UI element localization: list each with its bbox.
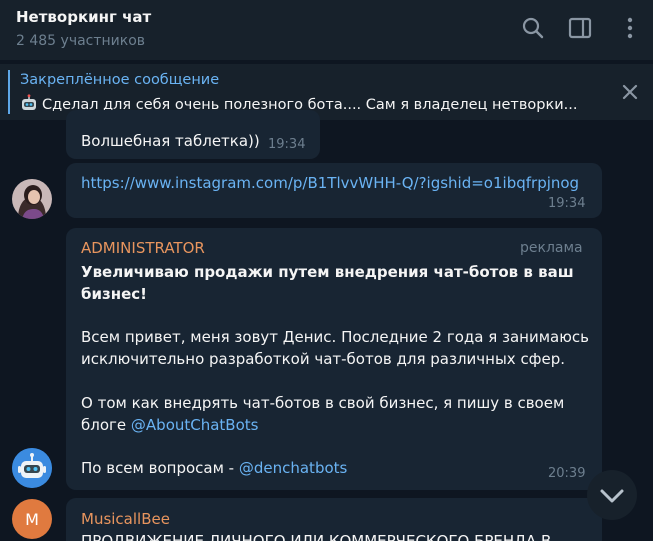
ad-paragraph-line: исключительно разработкой чат-ботов для … — [81, 350, 566, 368]
blog-link[interactable]: @AboutChatBots — [131, 416, 259, 434]
chevron-down-icon — [600, 489, 624, 503]
message-time: 19:34 — [548, 196, 586, 211]
avatar[interactable] — [12, 448, 52, 488]
message-text: ПРОДВИЖЕНИЕ ЛИЧНОГО ИЛИ КОММЕРЧЕСКОГО БР… — [81, 532, 552, 541]
message-bubble[interactable]: https://www.instagram.com/p/B1TlvvWHH-Q/… — [66, 163, 602, 218]
ad-paragraph: О том как внедрять чат-ботов в свой бизн… — [81, 392, 591, 436]
ad-title-line: Увеличиваю продажи путем внедрения чат-б… — [81, 263, 574, 281]
chat-title[interactable]: Нетворкинг чат — [16, 8, 151, 26]
scroll-down-button[interactable] — [587, 470, 637, 520]
message-time: 20:39 — [548, 466, 586, 481]
ad-paragraph-line: О том как внедрять чат-ботов в свой бизн… — [81, 394, 565, 412]
close-icon[interactable] — [621, 83, 639, 101]
ad-paragraph-line: Всем привет, меня зовут Денис. Последние… — [81, 328, 589, 346]
ad-text: блоге — [81, 416, 131, 434]
user-photo — [12, 179, 52, 219]
ad-title: Увеличиваю продажи путем внедрения чат-б… — [81, 261, 591, 305]
avatar[interactable] — [12, 179, 52, 219]
pinned-title: Закреплённое сообщение — [20, 72, 220, 88]
instagram-link[interactable]: https://www.instagram.com/p/B1TlvvWHH-Q/… — [81, 172, 579, 194]
more-icon[interactable] — [617, 15, 643, 41]
message-text: Волшебная таблетка)) — [81, 132, 260, 150]
chat-header: Нетворкинг чат 2 485 участников — [0, 0, 653, 60]
robot-icon — [22, 94, 36, 110]
ad-paragraph: По всем вопросам - @denchatbots — [81, 457, 561, 479]
ad-text: По всем вопросам - — [81, 459, 239, 477]
message-bubble[interactable]: MusicallBee ПРОДВИЖЕНИЕ ЛИЧНОГО ИЛИ КОММ… — [66, 498, 602, 541]
sidebar-icon[interactable] — [567, 15, 593, 41]
ad-badge[interactable]: реклама — [520, 240, 583, 256]
members-count: 2 485 участников — [16, 33, 146, 49]
search-icon[interactable] — [520, 15, 546, 41]
message-bubble[interactable]: Волшебная таблетка)) 19:34 — [66, 110, 320, 159]
sender-name[interactable]: MusicallBee — [81, 510, 170, 528]
sender-name[interactable]: ADMINISTRATOR — [81, 239, 205, 257]
ad-message-bubble[interactable]: ADMINISTRATOR реклама Увеличиваю продажи… — [66, 228, 602, 490]
ad-paragraph: Всем привет, меня зовут Денис. Последние… — [81, 326, 591, 370]
pinned-indicator — [8, 70, 10, 114]
ad-paragraph-line: блоге @AboutChatBots — [81, 414, 591, 436]
message-time: 19:34 — [268, 137, 306, 152]
contact-link[interactable]: @denchatbots — [239, 459, 347, 477]
avatar[interactable]: M — [12, 499, 52, 539]
ad-title-line: бизнес! — [81, 285, 147, 303]
robot-avatar-icon — [12, 448, 52, 488]
